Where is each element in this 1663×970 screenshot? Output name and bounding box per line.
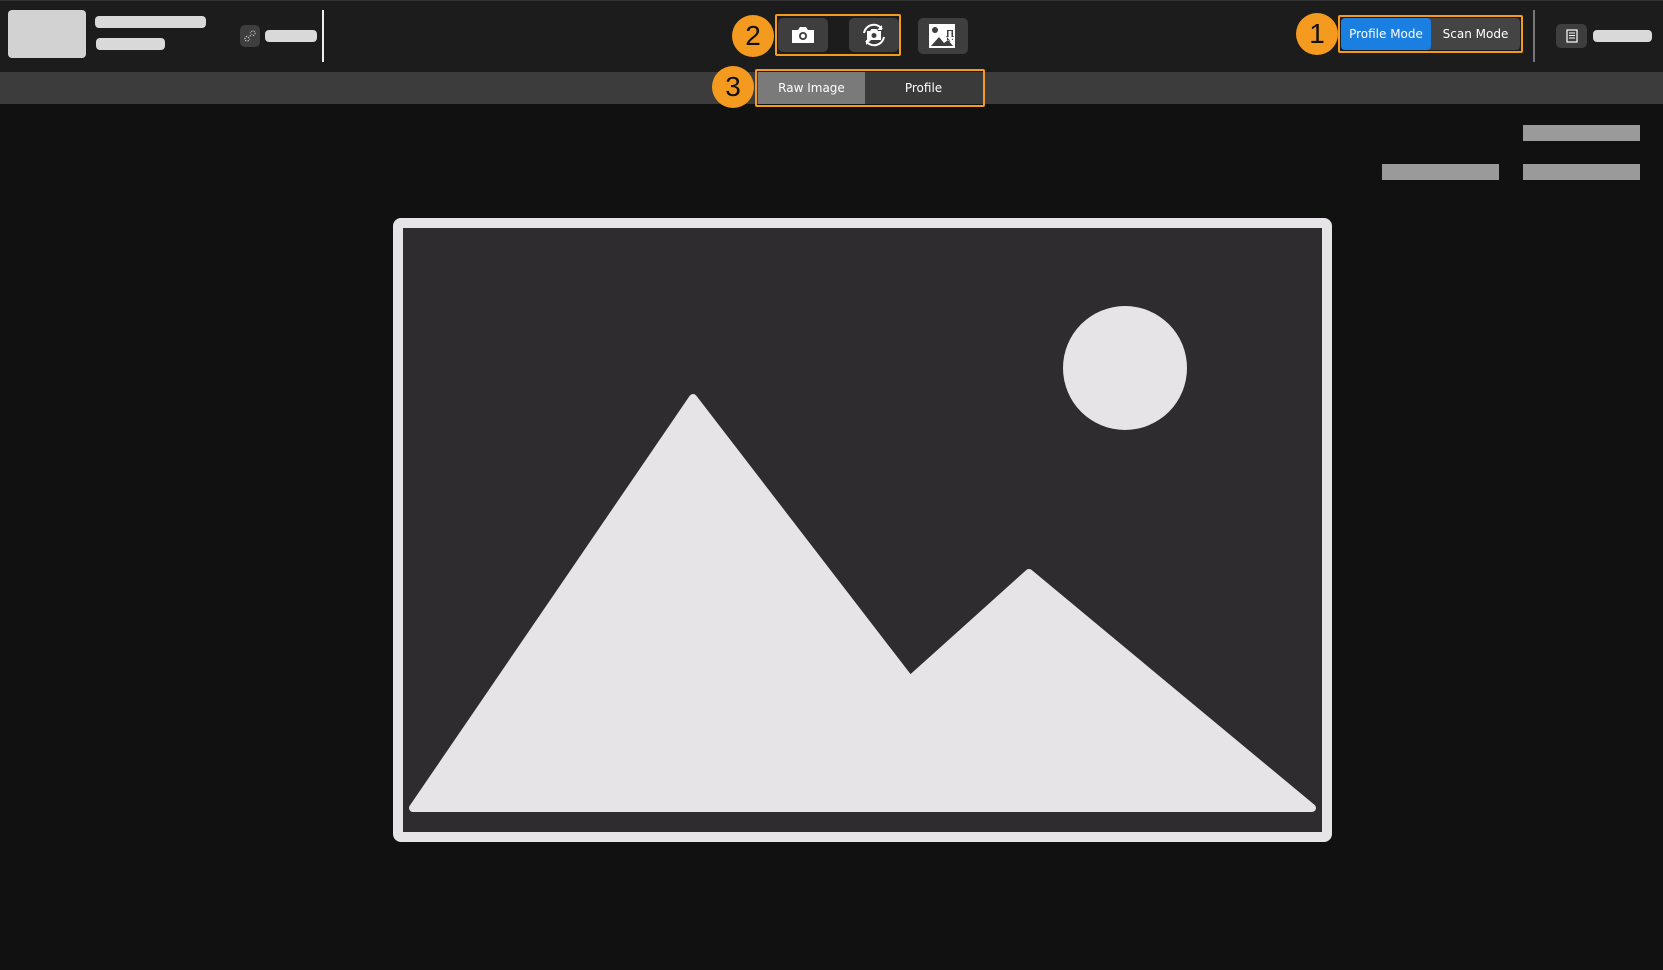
divider bbox=[322, 10, 324, 62]
continuous-capture-button[interactable] bbox=[849, 18, 899, 52]
info-placeholder bbox=[1382, 164, 1499, 180]
log-button[interactable] bbox=[1556, 24, 1587, 48]
logo-placeholder bbox=[8, 10, 86, 58]
camera-icon bbox=[792, 27, 814, 43]
camera-rotate-icon bbox=[863, 23, 885, 47]
image-placeholder-icon bbox=[409, 306, 1316, 812]
scan-mode-button[interactable]: Scan Mode bbox=[1431, 18, 1520, 50]
callout-3: 3 bbox=[712, 66, 754, 108]
profile-mode-button[interactable]: Profile Mode bbox=[1341, 18, 1431, 50]
save-image-button[interactable] bbox=[918, 18, 968, 54]
callout-1: 1 bbox=[1296, 13, 1338, 55]
image-viewer[interactable] bbox=[393, 218, 1332, 842]
info-placeholder bbox=[1523, 164, 1640, 180]
device-name-placeholder bbox=[95, 16, 206, 28]
document-icon bbox=[1565, 29, 1578, 43]
info-placeholder bbox=[1523, 125, 1640, 141]
connection-status-placeholder bbox=[265, 30, 317, 42]
image-download-icon bbox=[929, 24, 955, 48]
unlink-icon[interactable] bbox=[240, 25, 260, 47]
device-info-placeholder bbox=[96, 38, 165, 50]
callout-2: 2 bbox=[732, 15, 774, 57]
tab-profile[interactable]: Profile bbox=[865, 72, 982, 104]
tab-raw-image[interactable]: Raw Image bbox=[758, 72, 865, 104]
divider bbox=[1533, 10, 1535, 62]
log-label-placeholder bbox=[1593, 30, 1652, 42]
capture-button[interactable] bbox=[778, 18, 828, 52]
